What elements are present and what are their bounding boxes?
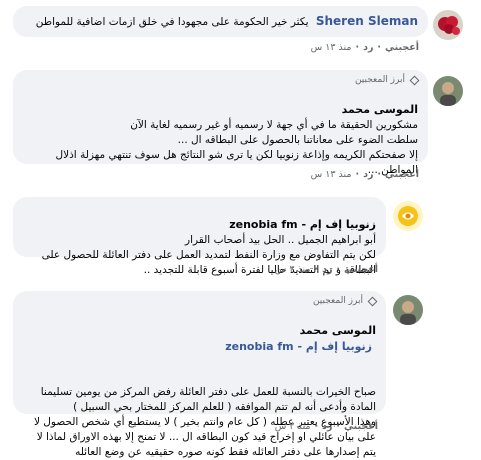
comment-bubble: زنوبيا إف إم - zenobia fm أبو ابراهيم ال… xyxy=(13,197,386,276)
like-button[interactable]: أعجبني xyxy=(344,421,378,432)
comment-time[interactable]: منذ ٢ س xyxy=(275,421,311,432)
comment-author[interactable]: الموسى محمد xyxy=(300,324,376,337)
top-fan-badge: أبرز المعجبين xyxy=(23,296,378,306)
comment-time[interactable]: منذ ١٣ س xyxy=(311,42,352,53)
comment-text: مشكورين الحقيقة ما في أي جهة لا رسميه أو… xyxy=(55,119,418,176)
reply-button[interactable]: رد xyxy=(322,264,332,275)
comment-author[interactable]: زنوبيا إف إم - zenobia fm xyxy=(229,218,376,231)
like-button[interactable]: أعجبني xyxy=(385,169,419,180)
separator: · xyxy=(336,421,341,432)
comment-actions: أعجبني · رد · منذ ١٣ س xyxy=(311,169,419,180)
comment-author[interactable]: الموسى محمد xyxy=(342,103,418,116)
flower-avatar-icon xyxy=(433,10,463,40)
avatar[interactable] xyxy=(433,10,463,40)
reply-button[interactable]: رد xyxy=(363,169,373,180)
comment-bubble: أبرز المعجبين الموسى محمد مشكورين الحقيق… xyxy=(13,70,428,176)
reply-button[interactable]: رد xyxy=(322,421,332,432)
user-photo-icon xyxy=(433,76,463,106)
user-photo-icon xyxy=(393,295,423,325)
diamond-icon xyxy=(409,75,420,85)
separator: · xyxy=(355,169,360,180)
separator: · xyxy=(377,169,382,180)
comment-bubble: Sheren Sleman يكثر خير الحكومة على مجهود… xyxy=(13,6,428,37)
avatar[interactable] xyxy=(433,76,463,106)
separator: · xyxy=(377,42,382,53)
mention-link[interactable]: زنوبيا إف إم - zenobia fm xyxy=(225,340,372,353)
comment-actions: أعجبني · رد · منذ ١٣ س xyxy=(311,42,419,53)
comment-time[interactable]: منذ ١٣ س xyxy=(311,169,352,180)
comment-text: يكثر خير الحكومة على مجهودا في خلق ازمات… xyxy=(35,16,309,28)
avatar[interactable] xyxy=(393,295,423,325)
top-fan-badge: أبرز المعجبين xyxy=(23,75,420,85)
separator: · xyxy=(355,42,360,53)
comment-bubble: أبرز المعجبين الموسى محمد زنوبيا إف إم -… xyxy=(13,291,386,458)
comment-actions: أعجبني · رد · منذ ٣ س xyxy=(275,264,378,275)
reply-button[interactable]: رد xyxy=(363,42,373,53)
badge-label: أبرز المعجبين xyxy=(354,75,405,85)
avatar[interactable] xyxy=(393,201,423,231)
separator: · xyxy=(336,264,341,275)
comment-actions: أعجبني · رد · منذ ٢ س xyxy=(275,421,378,432)
like-button[interactable]: أعجبني xyxy=(385,42,419,53)
comment-time[interactable]: منذ ٣ س xyxy=(275,264,311,275)
separator: · xyxy=(314,421,319,432)
like-button[interactable]: أعجبني xyxy=(344,264,378,275)
comment-author[interactable]: Sheren Sleman xyxy=(316,14,418,28)
badge-label: أبرز المعجبين xyxy=(312,296,363,306)
zenobia-logo-icon xyxy=(398,206,418,226)
separator: · xyxy=(314,264,319,275)
diamond-icon xyxy=(367,296,378,306)
